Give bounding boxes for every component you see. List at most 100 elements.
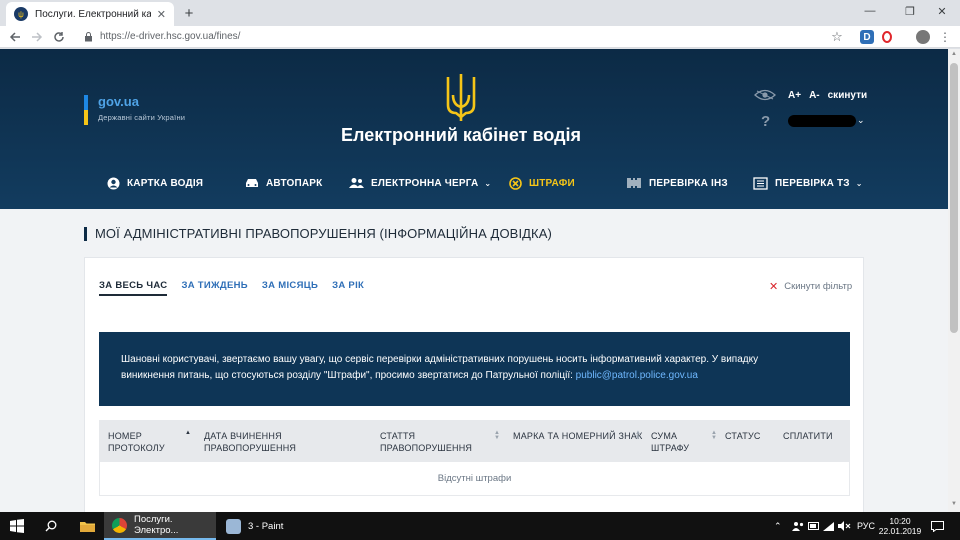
- scroll-up-icon[interactable]: ▲: [950, 51, 958, 59]
- queue-icon: [349, 178, 364, 188]
- back-button[interactable]: [6, 28, 24, 46]
- help-icon[interactable]: ?: [761, 113, 770, 130]
- chevron-down-icon: ⌄: [855, 178, 863, 188]
- filter-all-time[interactable]: ЗА ВЕСЬ ЧАС: [99, 280, 168, 296]
- nav-label: КАРТКА ВОДІЯ: [127, 177, 204, 189]
- fines-card: ЗА ВЕСЬ ЧАС ЗА ТИЖДЕНЬ ЗА МІСЯЦЬ ЗА РІК …: [84, 257, 864, 512]
- nav-label: ПЕРЕВІРКА ТЗ: [775, 177, 850, 189]
- volume-muted-icon[interactable]: [838, 512, 851, 540]
- col-fine-amount[interactable]: СУМА ШТРАФУ: [651, 430, 701, 454]
- network-icon[interactable]: [822, 512, 835, 540]
- forward-button[interactable]: [28, 28, 46, 46]
- eye-icon[interactable]: [754, 89, 776, 101]
- bookmark-star-icon[interactable]: ☆: [830, 29, 844, 44]
- scrollbar-thumb[interactable]: [950, 63, 958, 333]
- govua-subtitle: Державні сайти України: [98, 113, 186, 122]
- nav-label: ЕЛЕКТРОННА ЧЕРГА: [371, 177, 479, 189]
- paint-icon: [226, 518, 241, 534]
- nav-check-inz[interactable]: ПЕРЕВІРКА ІНЗ: [627, 173, 728, 193]
- notice-text-line2: виникнення питань, що стосуються розділу…: [121, 369, 573, 381]
- browser-tab[interactable]: ψ Послуги. Електронний кабінет в ✕: [6, 2, 174, 26]
- windows-start-icon[interactable]: [10, 519, 24, 533]
- govua-logo-link[interactable]: gov.ua: [98, 94, 139, 109]
- user-name-redacted[interactable]: [788, 115, 856, 127]
- restore-button[interactable]: ❐: [892, 0, 928, 22]
- chevron-down-icon: ⌄: [484, 178, 492, 188]
- system-clock[interactable]: 10:20 22.01.2019: [878, 516, 922, 536]
- reload-button[interactable]: [50, 28, 68, 46]
- sort-icon: ▲: [185, 430, 191, 436]
- browser-toolbar: https://e-driver.hsc.gov.ua/fines/ ☆ D ⋮: [0, 26, 960, 48]
- notifications-icon[interactable]: [931, 512, 944, 540]
- nav-label: ШТРАФИ: [529, 177, 575, 189]
- address-bar[interactable]: https://e-driver.hsc.gov.ua/fines/: [76, 28, 856, 46]
- nav-label: АВТОПАРК: [266, 177, 323, 189]
- people-icon[interactable]: [792, 512, 805, 540]
- font-reset-button[interactable]: скинути: [828, 90, 867, 101]
- reset-filter-label: Скинути фільтр: [784, 281, 853, 292]
- period-filter-tabs: ЗА ВЕСЬ ЧАС ЗА ТИЖДЕНЬ ЗА МІСЯЦЬ ЗА РІК: [99, 280, 378, 296]
- sort-icon: ▲ ▼: [711, 430, 717, 441]
- page-scrollbar[interactable]: ▲ ▼: [948, 49, 960, 512]
- browser-tabbar: ψ Послуги. Електронний кабінет в ✕ + — ❐…: [0, 0, 960, 26]
- tab-title: Послуги. Електронний кабінет в: [35, 8, 151, 20]
- col-violation-article[interactable]: СТАТТЯ ПРАВОПОРУШЕННЯ: [380, 430, 490, 454]
- taskbar-app-label: Послуги. Электро...: [134, 514, 179, 536]
- filter-week[interactable]: ЗА ТИЖДЕНЬ: [181, 280, 247, 296]
- close-icon: ✕: [769, 281, 779, 293]
- font-increase-button[interactable]: A+: [788, 90, 801, 101]
- search-icon[interactable]: [42, 517, 60, 535]
- info-notice: Шановні користувачі, звертаємо вашу уваг…: [99, 332, 850, 406]
- nav-check-vehicle[interactable]: ПЕРЕВІРКА ТЗ ⌄: [753, 173, 863, 193]
- reload-icon: [54, 32, 64, 42]
- fines-icon: [509, 176, 522, 190]
- battery-icon[interactable]: [808, 512, 820, 540]
- table-empty-row: Відсутні штрафи: [99, 462, 850, 496]
- opera-icon[interactable]: [880, 30, 894, 44]
- lock-icon: [85, 32, 92, 42]
- col-brand-plate[interactable]: МАРКА ТА НОМЕРНИЙ ЗНАК: [513, 430, 643, 442]
- file-explorer-icon[interactable]: [78, 517, 96, 535]
- main-navigation: КАРТКА ВОДІЯ АВТОПАРК ЕЛЕКТРОННА ЧЕРГА ⌄…: [0, 173, 948, 193]
- col-violation-date[interactable]: ДАТА ВЧИНЕННЯ ПРАВОПОРУШЕННЯ: [204, 430, 374, 454]
- chrome-icon: [112, 517, 127, 533]
- nav-label: ПЕРЕВІРКА ІНЗ: [649, 177, 728, 189]
- page-title: МОЇ АДМІНІСТРАТИВНІ ПРАВОПОРУШЕННЯ (ІНФО…: [84, 227, 552, 241]
- fines-table-header: НОМЕР ПРОТОКОЛУ ▲ ДАТА ВЧИНЕННЯ ПРАВОПОР…: [99, 420, 850, 462]
- driver-card-icon: [107, 177, 120, 189]
- url-text: https://e-driver.hsc.gov.ua/fines/: [100, 31, 241, 42]
- govua-flag-bar: [84, 95, 88, 125]
- accessibility-controls: A+ A- скинути: [754, 87, 874, 103]
- col-protocol-number[interactable]: НОМЕР ПРОТОКОЛУ: [108, 430, 188, 454]
- col-status[interactable]: СТАТУС: [725, 430, 765, 442]
- profile-avatar[interactable]: [916, 30, 930, 44]
- barcode-icon: [627, 178, 641, 188]
- nav-electronic-queue[interactable]: ЕЛЕКТРОННА ЧЕРГА ⌄: [349, 173, 491, 193]
- page-viewport: gov.ua Державні сайти України Електронни…: [0, 49, 948, 512]
- patrol-email-link[interactable]: public@patrol.police.gov.ua: [576, 370, 698, 381]
- clock-date: 22.01.2019: [878, 526, 922, 536]
- menu-dots-icon[interactable]: ⋮: [938, 30, 952, 44]
- close-window-button[interactable]: ✕: [924, 0, 960, 22]
- filter-month[interactable]: ЗА МІСЯЦЬ: [262, 280, 318, 296]
- taskbar-paint-app[interactable]: 3 - Paint: [218, 512, 328, 540]
- tray-chevron-icon[interactable]: ⌃: [774, 512, 782, 540]
- minimize-button[interactable]: —: [852, 0, 888, 22]
- extension-d-icon[interactable]: D: [860, 30, 874, 44]
- nav-driver-card[interactable]: КАРТКА ВОДІЯ: [107, 173, 203, 193]
- font-decrease-button[interactable]: A-: [809, 90, 820, 101]
- nav-fines[interactable]: ШТРАФИ: [509, 173, 575, 193]
- col-pay[interactable]: СПЛАТИТИ: [783, 430, 843, 442]
- new-tab-button[interactable]: +: [180, 4, 198, 22]
- taskbar-chrome-app[interactable]: Послуги. Электро...: [104, 512, 216, 540]
- reset-filter-button[interactable]: ✕ Скинути фільтр: [769, 280, 852, 293]
- scroll-down-icon[interactable]: ▼: [950, 501, 958, 509]
- tab-close-icon[interactable]: ✕: [157, 8, 166, 21]
- nav-autopark[interactable]: АВТОПАРК: [245, 173, 322, 193]
- input-language[interactable]: РУС: [857, 512, 875, 540]
- filter-year[interactable]: ЗА РІК: [332, 280, 364, 296]
- document-icon: [753, 176, 768, 190]
- trident-emblem-icon: [446, 74, 476, 121]
- sort-icon: ▲ ▼: [635, 430, 641, 441]
- user-menu-chevron-icon[interactable]: ⌄: [857, 115, 865, 126]
